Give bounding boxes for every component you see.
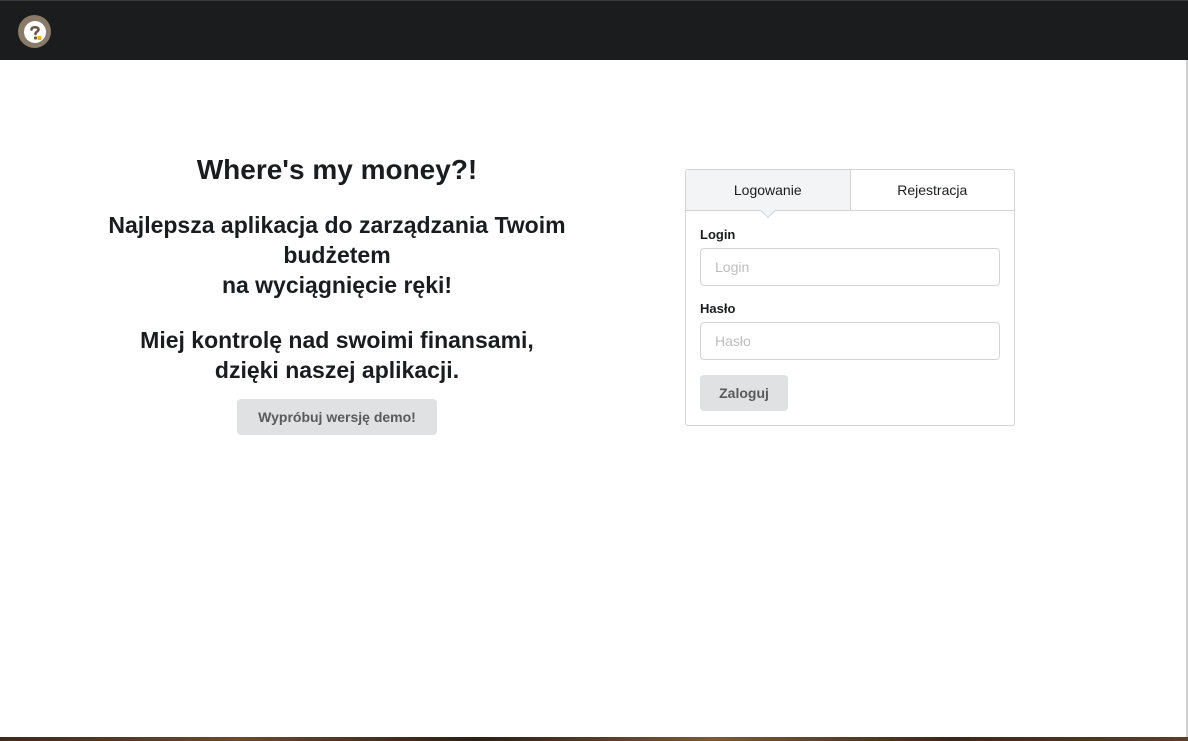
tab-register[interactable]: Rejestracja [851,170,1015,210]
question-mark-logo-icon[interactable] [18,15,51,48]
background-image-strip [0,737,1188,741]
password-label: Hasło [700,301,736,316]
tab-login[interactable]: Logowanie [686,170,851,210]
auth-card: Logowanie Rejestracja Login Hasło Zalogu… [685,169,1015,426]
login-label: Login [700,227,736,242]
hero-section: Where's my money?! Najlepsza aplikacja d… [90,150,584,435]
login-form: Login Hasło Zaloguj [686,211,1014,411]
try-demo-button[interactable]: Wypróbuj wersję demo! [237,399,437,435]
subtitle-line-2: dzięki naszej aplikacji. [214,357,460,383]
tagline-line-2: na wyciągnięcie ręki! [221,272,453,298]
login-input[interactable] [700,248,1000,286]
question-mark-icon [23,20,46,43]
top-navbar [0,0,1188,60]
subtitle-line-1: Miej kontrolę nad swoimi finansami, [140,327,534,353]
tagline-line-1: Najlepsza aplikacja do zarządzania Twoim… [108,212,566,268]
subtitle: Miej kontrolę nad swoimi finansami, dzię… [90,325,584,385]
app-title: Where's my money?! [196,154,478,185]
tagline: Najlepsza aplikacja do zarządzania Twoim… [90,210,584,300]
auth-tabs: Logowanie Rejestracja [686,170,1014,211]
password-input[interactable] [700,322,1000,360]
login-submit-button[interactable]: Zaloguj [700,375,788,411]
